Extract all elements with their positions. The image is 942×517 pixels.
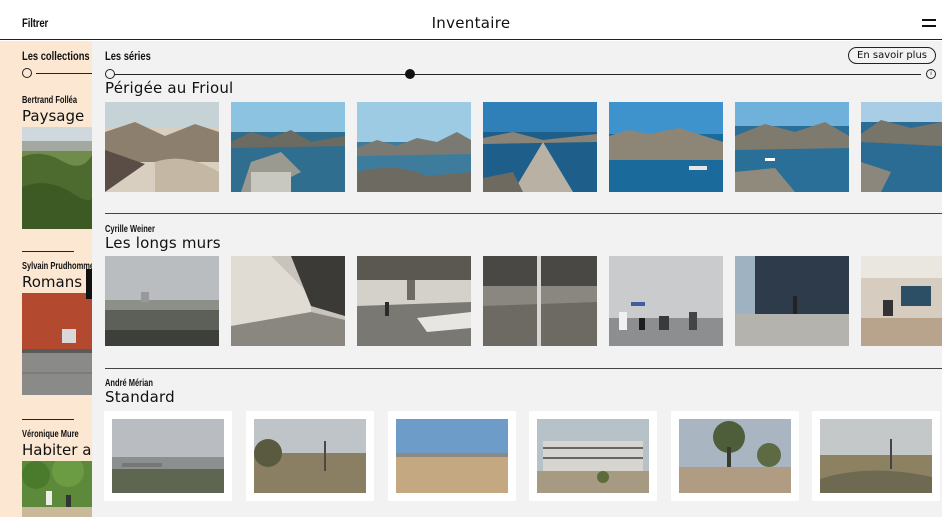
collections-slider-start-icon[interactable] [22, 68, 32, 78]
photo-thumbnail[interactable] [609, 256, 723, 346]
photo-thumbnail[interactable] [483, 102, 597, 192]
collections-slider-track[interactable] [36, 73, 92, 74]
slider-handle[interactable] [405, 69, 415, 79]
photo-thumbnail[interactable] [861, 102, 942, 192]
photo-thumbnail[interactable] [861, 256, 942, 346]
collection-author: Véronique Mure [22, 429, 79, 440]
collection-author: Sylvain Prudhomme [22, 261, 92, 272]
collection-item[interactable]: Véronique Mure Habiter a [22, 429, 92, 459]
collection-thumbnail[interactable] [22, 127, 92, 229]
collection-thumbnail[interactable] [22, 455, 92, 517]
collection-separator [22, 251, 74, 252]
photo-thumbnail[interactable] [357, 102, 471, 192]
series-heading: Les séries [105, 49, 151, 63]
collections-sidebar: Les collections Bertrand Folléa Paysage … [0, 41, 92, 517]
page-title: Inventaire [431, 14, 511, 32]
series-title[interactable]: Standard [105, 388, 175, 406]
collection-title: Habiter a [22, 441, 92, 459]
collection-separator [22, 419, 74, 420]
series-panel: Les séries En savoir plus i Périgée au F… [92, 41, 942, 517]
photo-thumbnail[interactable] [812, 411, 940, 501]
series-divider [105, 213, 942, 214]
series-title[interactable]: Les longs murs [105, 234, 221, 252]
photo-thumbnail[interactable] [105, 102, 219, 192]
photo-thumbnail[interactable] [104, 411, 232, 501]
collection-item[interactable]: Sylvain Prudhomme Romans [22, 261, 92, 291]
series-divider [105, 368, 942, 369]
photo-thumbnail[interactable] [671, 411, 799, 501]
series-title[interactable]: Périgée au Frioul [105, 79, 233, 97]
photo-thumbnail[interactable] [735, 102, 849, 192]
photo-thumbnail[interactable] [231, 102, 345, 192]
top-bar: Filtrer Inventaire [0, 0, 942, 40]
photo-thumbnail[interactable] [735, 256, 849, 346]
photo-thumbnail[interactable] [388, 411, 516, 501]
photo-thumbnail[interactable] [609, 102, 723, 192]
photo-thumbnail[interactable] [246, 411, 374, 501]
collection-title: Romans [22, 273, 83, 291]
collection-item[interactable]: Bertrand Folléa Paysage [22, 95, 92, 125]
series-slider-track[interactable] [113, 74, 921, 75]
photo-thumbnail[interactable] [231, 256, 345, 346]
slider-start-icon[interactable] [105, 69, 115, 79]
collection-thumbnail[interactable] [22, 293, 92, 395]
photo-thumbnail[interactable] [357, 256, 471, 346]
collection-title: Paysage [22, 107, 85, 125]
photo-thumbnail[interactable] [483, 256, 597, 346]
hamburger-icon[interactable] [922, 19, 936, 27]
info-icon[interactable]: i [926, 69, 936, 79]
photo-thumbnail[interactable] [529, 411, 657, 501]
collections-heading: Les collections [22, 49, 90, 63]
collection-author: Bertrand Folléa [22, 95, 78, 106]
photo-thumbnail[interactable] [105, 256, 219, 346]
more-info-button[interactable]: En savoir plus [848, 47, 936, 64]
